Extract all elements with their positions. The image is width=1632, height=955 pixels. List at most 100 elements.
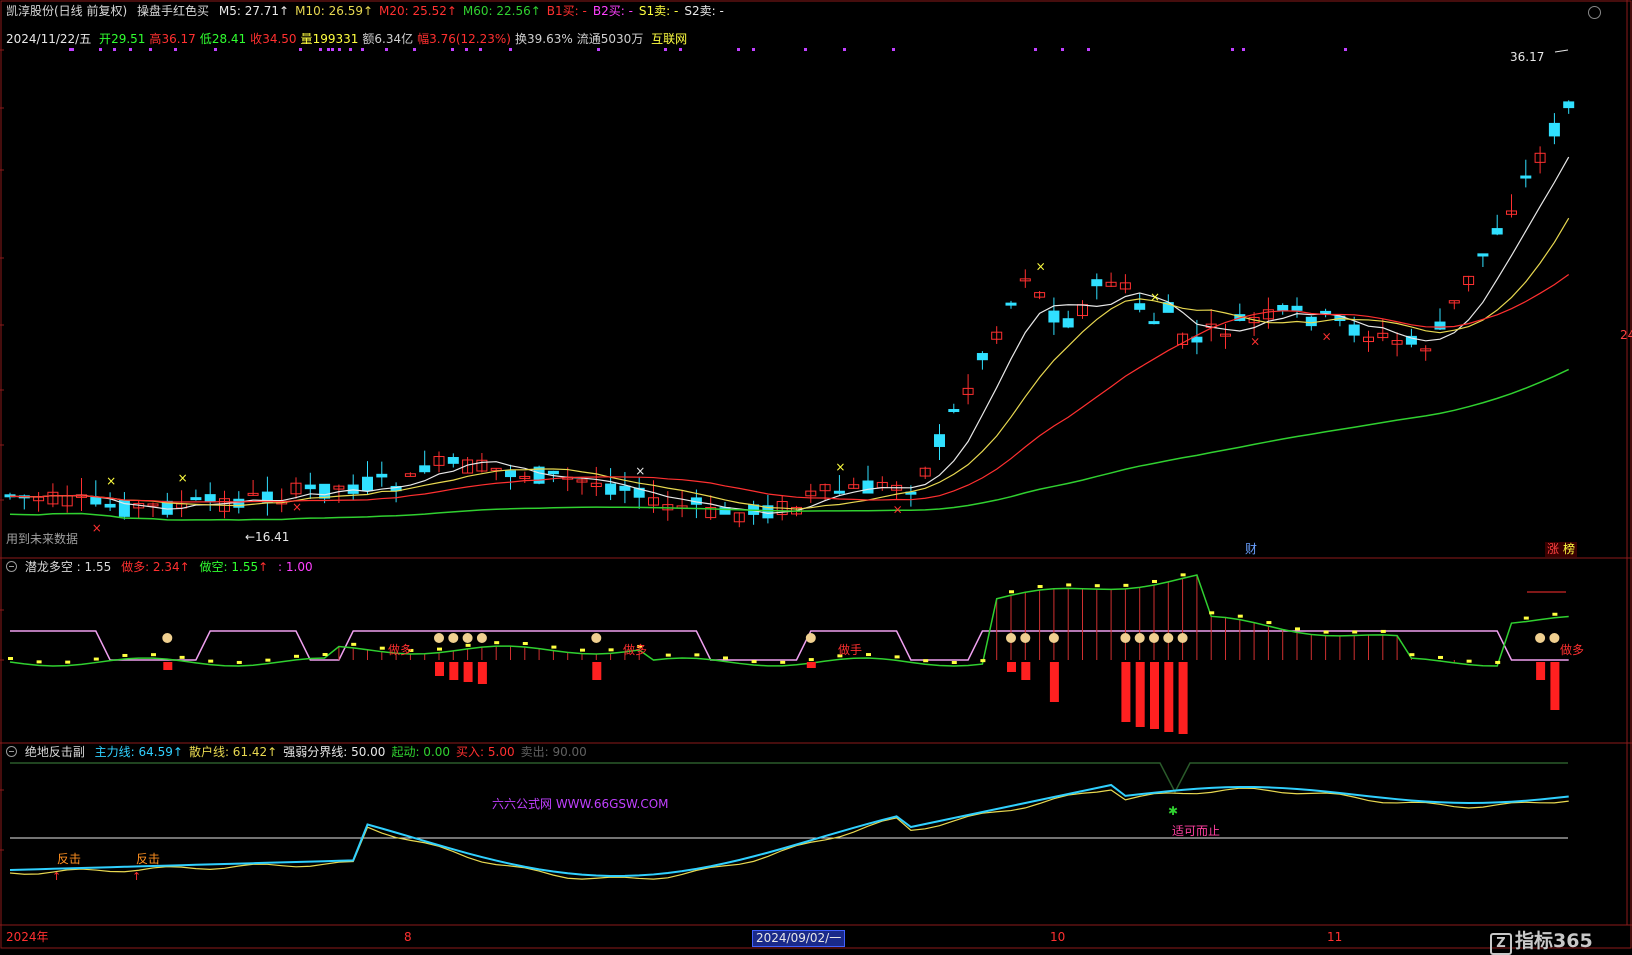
quote-date: 2024/11/22/五 (6, 32, 92, 46)
cai-badge[interactable]: 财 (1245, 542, 1257, 557)
quote-item-label: 开 (99, 32, 112, 46)
ma-legend-item: M5: 27.71↑ (218, 4, 290, 18)
low-price-label: ←16.41 (245, 530, 290, 544)
candle-body (862, 480, 874, 494)
sub1-label-duo: 做多 (1560, 643, 1585, 657)
candle-body (505, 470, 516, 478)
top-dot (479, 48, 482, 51)
top-dot (338, 48, 341, 51)
money-bag-icon (1006, 633, 1016, 643)
arrow-up-icon: ↑ (258, 560, 269, 574)
zhang-badge[interactable]: 涨 (1545, 542, 1562, 557)
panel-toggle-icon[interactable] (6, 746, 17, 757)
qianlong-dot (265, 658, 271, 662)
candle-body (1005, 302, 1017, 306)
qianlong-dot (551, 645, 557, 649)
start-marker-icon: ✱ (1168, 804, 1178, 818)
top-dot (413, 48, 416, 51)
qianlong-red-bar (477, 662, 487, 684)
qianlong-dot (694, 653, 700, 657)
kline-chart-area[interactable]: × × × × × × × × × × × ↑ ↑ ✱ (0, 0, 1632, 949)
marker-x: × (635, 464, 645, 478)
qianlong-dot (437, 647, 442, 651)
panel-toggle-icon[interactable] (6, 561, 17, 572)
top-dot (71, 48, 74, 51)
qianlong-red-bar (435, 662, 444, 676)
ma-legend-item: M60: 22.56↑ (462, 4, 541, 18)
top-dot (385, 48, 388, 51)
qianlong-dot (322, 653, 328, 657)
candle-body (419, 465, 431, 473)
right-price-tag: 24 (1620, 328, 1632, 342)
quote-item-label: 流通 (576, 32, 601, 46)
bang-badge[interactable]: 榜 (1561, 542, 1578, 557)
candle-body (1191, 336, 1203, 343)
qianlong-dot (1295, 627, 1300, 631)
candle-body (1548, 122, 1560, 137)
candle-body (948, 409, 960, 413)
marker-x: × (178, 471, 188, 485)
sub2-legend-item: 强弱分界线: 50.00 (283, 745, 386, 759)
qianlong-dot (1552, 612, 1558, 616)
quote-item-label: 量 (300, 32, 313, 46)
qianlong-dot (751, 660, 757, 664)
qianlong-red-bar (463, 662, 473, 682)
qianlong-dot (608, 648, 614, 652)
collapse-icon[interactable] (1588, 6, 1601, 19)
ma10-line (9, 217, 1570, 510)
qianlong-dot (665, 653, 671, 657)
xaxis-month-11: 11 (1327, 930, 1343, 944)
money-bag-icon (1020, 633, 1031, 643)
qianlong-dot (36, 660, 42, 664)
top-dot (214, 48, 217, 51)
sub1-value: : 1.55 (76, 560, 112, 574)
qianlong-dot (1037, 585, 1043, 589)
money-bag-icon (1134, 633, 1145, 643)
qianlong-red-bar (1049, 662, 1059, 702)
quote-row: 2024/11/22/五 开29.51 高36.17 低28.41 收34.50 量19… (6, 32, 687, 47)
top-dot (451, 48, 454, 51)
marker-x: × (835, 460, 845, 474)
peak-pointer (1554, 49, 1569, 53)
money-bag-icon (805, 633, 816, 643)
marker-red-x: × (1322, 330, 1332, 344)
candle-body (1477, 253, 1489, 257)
quote-item-value: 29.51 (111, 32, 146, 46)
quote-item-label: 收 (250, 32, 263, 46)
sector-link[interactable]: 互联网 (651, 32, 687, 46)
qianlong-dot (723, 656, 728, 660)
money-bag-icon (462, 633, 473, 643)
top-dot (509, 48, 512, 51)
cursor-date-tag: 2024/09/02/一 (752, 930, 846, 947)
sub2-legend-item: 起动: 0.00 (391, 745, 451, 759)
sub1-zuokong: 做空: 1.55 (199, 560, 259, 574)
sub1-label-duo: 做多 (623, 643, 648, 657)
top-dot (174, 48, 177, 51)
sub1-zuoduo: 做多: 2.34 (121, 560, 180, 574)
candle-body (376, 473, 388, 478)
qianlong-dot (1237, 614, 1243, 618)
top-dot (597, 48, 600, 51)
qianlong-dot (8, 657, 13, 660)
top-dot (1231, 48, 1234, 51)
qianlong-line (9, 574, 1569, 667)
sub2-legend-item: 散户线: 61.42↑ (188, 745, 278, 759)
top-dot (664, 48, 667, 51)
marker-x: × (1036, 260, 1046, 274)
candle-body (1277, 305, 1289, 311)
sub1-label-duo: 做手 (838, 643, 863, 657)
quote-items: 开29.51 高36.17 低28.41 收34.50 量199331 额6.34亿 幅3.… (95, 32, 643, 46)
qianlong-red-bar (449, 662, 459, 680)
ma-legend-item: M10: 26.59↑ (295, 4, 374, 18)
marker-x: × (106, 474, 116, 488)
qianlong-dot (923, 659, 929, 663)
sub1-label-duo: 做多 (388, 643, 413, 657)
candle-body (104, 503, 116, 508)
sub1-extra: : 1.00 (278, 560, 313, 574)
indicator-title: 操盘手红色买 (137, 4, 210, 18)
qianlong-dot (465, 643, 471, 647)
quote-item-value: 5030万 (600, 32, 644, 46)
candle-body (362, 476, 373, 492)
quote-item-value: 36.17 (161, 32, 196, 46)
xaxis-month-10: 10 (1050, 930, 1066, 944)
